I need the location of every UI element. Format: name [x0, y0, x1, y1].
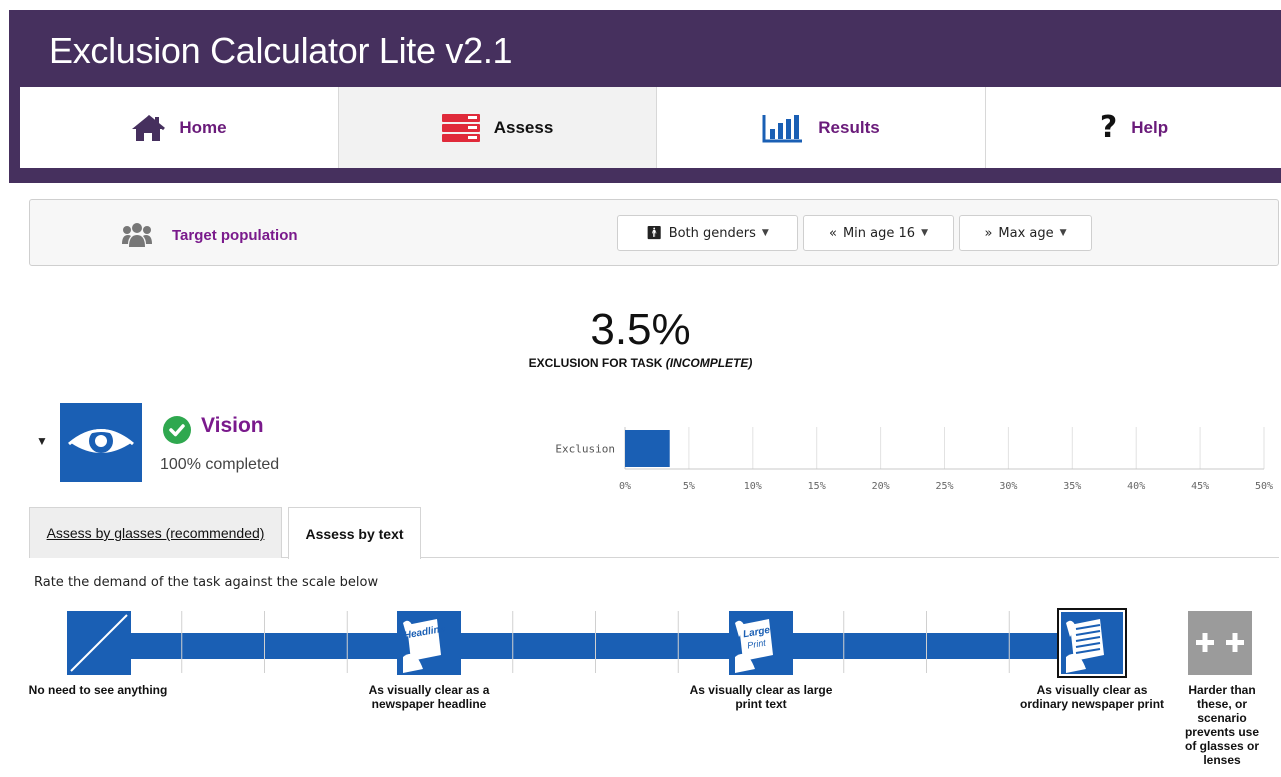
x-tick-label: 45% — [1191, 481, 1209, 492]
scale-option-label: newspaper headline — [372, 697, 487, 711]
people-icon — [122, 223, 152, 247]
chevron-down-icon: ▼ — [761, 228, 769, 238]
vision-progress: 100% completed — [160, 456, 280, 473]
nav-results-label: Results — [818, 117, 880, 137]
home-icon — [132, 114, 166, 141]
nav-home[interactable]: Home — [20, 87, 339, 168]
scale-option-newspaper-print[interactable] — [1057, 608, 1127, 678]
scale-option-label: lenses — [1203, 753, 1241, 767]
exclusion-chart: 0% 5% 10% 15% 20% 25% 30% 35% 40% 45% 50% Exclusion — [555, 427, 1273, 492]
scale-option-label: of glasses or — [1185, 739, 1259, 753]
scale-option-label: As visually clear as — [1037, 683, 1148, 697]
x-tick-label: 50% — [1255, 481, 1273, 492]
exclusion-caption-prefix: EXCLUSION FOR TASK — [528, 356, 666, 370]
gender-dropdown[interactable]: 🚹︎ Both genders ▼ — [617, 215, 798, 251]
question-mark-icon: ? — [1099, 110, 1118, 145]
x-tick-label: 10% — [744, 481, 762, 492]
x-tick-label: 40% — [1127, 481, 1145, 492]
double-left-chevron-icon: « — [829, 225, 837, 241]
x-tick-label: 30% — [999, 481, 1017, 492]
main-nav: Home Assess Results ? Help — [20, 87, 1281, 168]
collapse-caret-icon[interactable]: ▼ — [36, 434, 48, 448]
nav-assess[interactable]: Assess — [339, 87, 657, 168]
nav-results[interactable]: Results — [657, 87, 986, 168]
nav-assess-label: Assess — [493, 117, 554, 137]
max-age-value: Max age — [998, 225, 1054, 241]
eye-icon — [60, 403, 142, 482]
scale-option-harder[interactable] — [1188, 611, 1252, 675]
min-age-dropdown[interactable]: « Min age 16 ▼ — [803, 215, 954, 251]
scale-option-label: As visually clear as large — [690, 683, 833, 697]
tab-assess-by-text[interactable]: Assess by text — [288, 507, 421, 559]
category-label: Exclusion — [555, 443, 615, 456]
scale-option-label: Harder than — [1188, 683, 1255, 697]
max-age-dropdown[interactable]: » Max age ▼ — [959, 215, 1092, 251]
min-age-value: Min age 16 — [842, 225, 916, 241]
x-tick-label: 0% — [619, 481, 631, 492]
exclusion-caption-suffix: (INCOMPLETE) — [665, 356, 753, 370]
scale-option-label: scenario — [1197, 711, 1246, 725]
scale-instructions: Rate the demand of the task against the … — [34, 575, 379, 590]
scale-option-headline[interactable]: Headline — [397, 611, 461, 675]
chevron-down-icon: ▼ — [921, 228, 928, 238]
scale-option-label: prevents use — [1185, 725, 1259, 739]
x-tick-label: 20% — [872, 481, 890, 492]
gender-value: Both genders — [668, 225, 756, 241]
plus-bar — [1232, 633, 1238, 652]
x-tick-label: 35% — [1063, 481, 1081, 492]
scale-option-large-print[interactable]: LargePrint — [729, 611, 793, 675]
x-tick-label: 5% — [683, 481, 695, 492]
vision-title: Vision — [201, 414, 264, 437]
scale-option-label: ordinary newspaper print — [1020, 697, 1164, 711]
exclusion-caption: EXCLUSION FOR TASK (INCOMPLETE) — [0, 356, 1281, 370]
double-right-chevron-icon: » — [984, 225, 993, 241]
scale-option-label: print text — [735, 697, 786, 711]
x-tick-label: 15% — [808, 481, 826, 492]
plus-bar — [1202, 633, 1208, 652]
scale-option-none[interactable] — [67, 611, 131, 675]
target-population-heading: Target population — [122, 222, 298, 248]
nav-help[interactable]: ? Help — [986, 87, 1281, 168]
gender-icon: 🚹︎ — [646, 225, 663, 241]
scale-option-label: No need to see anything — [29, 683, 168, 697]
check-circle-icon — [163, 416, 191, 444]
target-population-label: Target population — [172, 226, 298, 244]
target-population-panel: Target population 🚹︎ Both genders ▼ « Mi… — [29, 199, 1279, 266]
exclusion-bar — [625, 430, 670, 467]
bar-chart-icon — [762, 114, 803, 142]
chevron-down-icon: ▼ — [1059, 228, 1067, 238]
exclusion-percent: 3.5% — [590, 305, 691, 354]
app-title: Exclusion Calculator Lite v2.1 — [49, 30, 513, 71]
demand-scale: Headline LargePrint No need to see anythin… — [29, 608, 1259, 767]
scale-option-label: these, or — [1197, 697, 1247, 711]
scale-option-label: As visually clear as a — [369, 683, 490, 697]
assess-list-icon — [441, 113, 480, 142]
nav-help-label: Help — [1131, 117, 1169, 137]
tab-assess-by-glasses[interactable]: Assess by glasses (recommended) — [29, 507, 282, 558]
nav-home-label: Home — [179, 117, 227, 137]
x-tick-label: 25% — [935, 481, 953, 492]
